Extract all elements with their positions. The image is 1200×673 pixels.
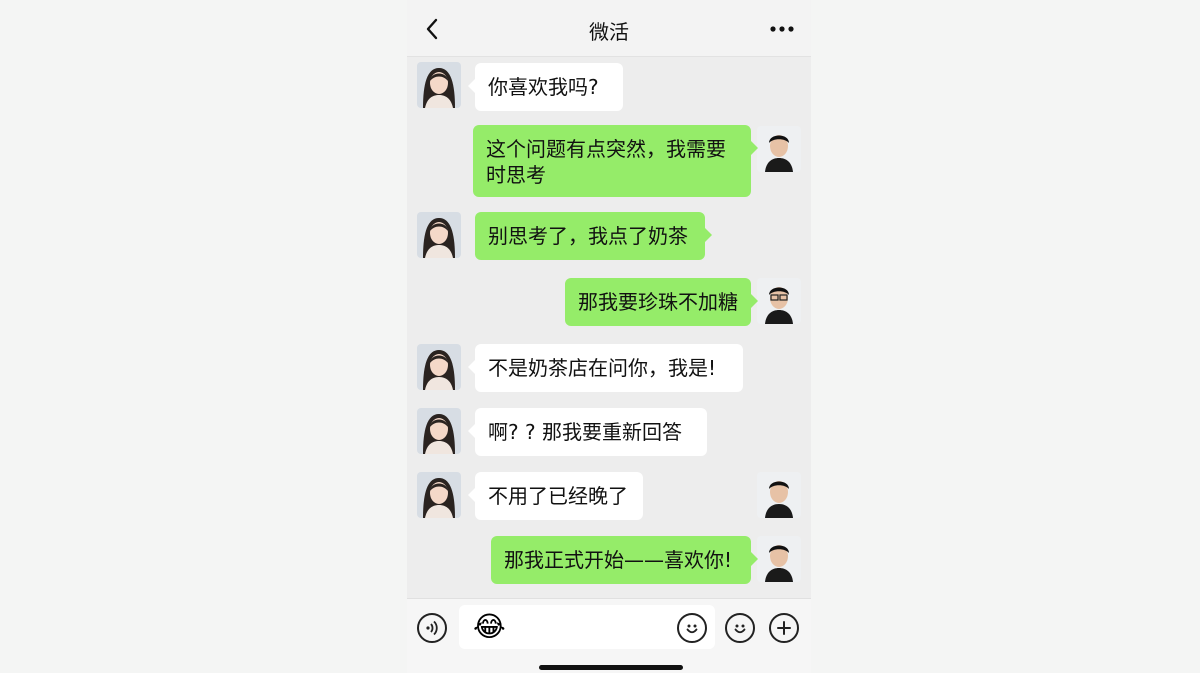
avatar-male[interactable] — [757, 472, 801, 518]
input-bar: 😂 — [407, 598, 811, 673]
message-bubble-incoming[interactable]: 你喜欢我吗? — [468, 63, 623, 111]
voice-icon — [426, 620, 438, 636]
chat-screen: 微活 你喜欢我吗? 这个问题有点突然，我需要时思考 别思考了，我点了奶茶 那我要… — [407, 0, 811, 673]
message-bubble-outgoing[interactable]: 这个问题有点突然，我需要时思考 — [473, 125, 758, 197]
smiley-icon — [734, 624, 746, 634]
message-bubble-outgoing[interactable]: 那我正式开始——喜欢你! — [491, 536, 758, 584]
sticker-button[interactable] — [725, 613, 755, 643]
message-bubble-incoming[interactable]: 啊? ? 那我要重新回答 — [468, 408, 707, 456]
avatar-female[interactable] — [417, 212, 461, 258]
more-button[interactable] — [767, 16, 797, 42]
voice-button[interactable] — [417, 613, 447, 643]
chat-title: 微活 — [589, 20, 629, 44]
avatar-female[interactable] — [417, 62, 461, 108]
more-dots-icon — [770, 26, 794, 32]
avatar-male[interactable] — [757, 278, 801, 324]
smiley-icon — [686, 624, 698, 634]
message-bubble-outgoing[interactable]: 那我要珍珠不加糖 — [565, 278, 758, 326]
avatar-female[interactable] — [417, 472, 461, 518]
avatar-male[interactable] — [757, 126, 801, 172]
input-emoji-value: 😂 — [473, 610, 506, 643]
avatar-male[interactable] — [757, 536, 801, 582]
chat-header: 微活 — [407, 0, 811, 57]
message-bubble-incoming[interactable]: 别思考了，我点了奶茶 — [475, 212, 712, 260]
avatar-female[interactable] — [417, 344, 461, 390]
avatar-female[interactable] — [417, 408, 461, 454]
message-bubble-incoming[interactable]: 不用了已经晚了 — [468, 472, 643, 520]
plus-icon — [777, 621, 791, 635]
add-button[interactable] — [769, 613, 799, 643]
emoji-button[interactable] — [677, 613, 707, 643]
home-indicator[interactable] — [539, 665, 683, 670]
message-bubble-incoming[interactable]: 不是奶茶店在问你，我是! — [468, 344, 743, 392]
